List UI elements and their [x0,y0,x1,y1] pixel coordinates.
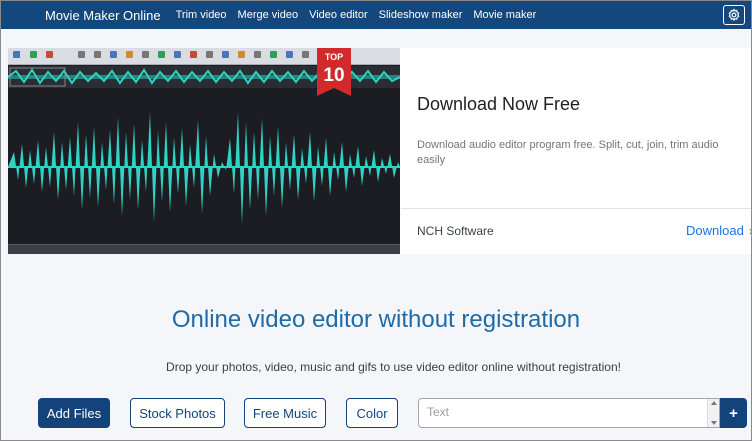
badge-top-label: TOP [325,52,343,62]
page: Movie Maker Online Trim video Merge vide… [0,0,752,441]
nav-link-movie-maker[interactable]: Movie maker [473,9,536,21]
nav-link-trim-video[interactable]: Trim video [176,9,227,21]
scroll-down-icon[interactable] [711,421,717,425]
nav-link-merge-video[interactable]: Merge video [238,9,299,21]
page-headline: Online video editor without registration [171,306,581,333]
nav-links: Trim video Merge video Video editor Slid… [176,9,548,21]
add-files-button[interactable]: Add Files [38,398,110,428]
text-input-box [418,398,720,428]
badge-number: 10 [323,65,344,86]
ad-title[interactable]: Download Now Free [417,94,580,115]
ad-divider [401,208,751,209]
top-navbar: Movie Maker Online Trim video Merge vide… [1,1,751,29]
ad-banner[interactable]: TOP 10 Download Now Free Download audio … [8,48,751,254]
top10-badge: TOP 10 [317,48,351,96]
stock-photos-button[interactable]: Stock Photos [130,398,225,428]
text-scrollbar[interactable] [707,399,719,427]
ad-screenshot-image[interactable]: TOP 10 [8,48,400,254]
free-music-button[interactable]: Free Music [244,398,326,428]
settings-button[interactable] [723,5,745,25]
add-text-button[interactable]: + [720,398,747,428]
ad-download-link[interactable]: Download [686,223,744,238]
brand-logo-link[interactable]: Movie Maker Online [45,8,161,23]
timeline-ruler [8,244,400,254]
ad-sponsor: NCH Software [417,224,494,238]
page-subline: Drop your photos, video, music and gifs … [166,360,621,374]
gear-icon [728,8,740,22]
nav-link-video-editor[interactable]: Video editor [309,9,368,21]
nav-link-slideshow-maker[interactable]: Slideshow maker [379,9,463,21]
ad-description: Download audio editor program free. Spli… [417,139,719,166]
color-button[interactable]: Color [346,398,398,428]
scroll-up-icon[interactable] [711,401,717,405]
text-input[interactable] [419,399,709,427]
waveform-image [8,92,400,242]
